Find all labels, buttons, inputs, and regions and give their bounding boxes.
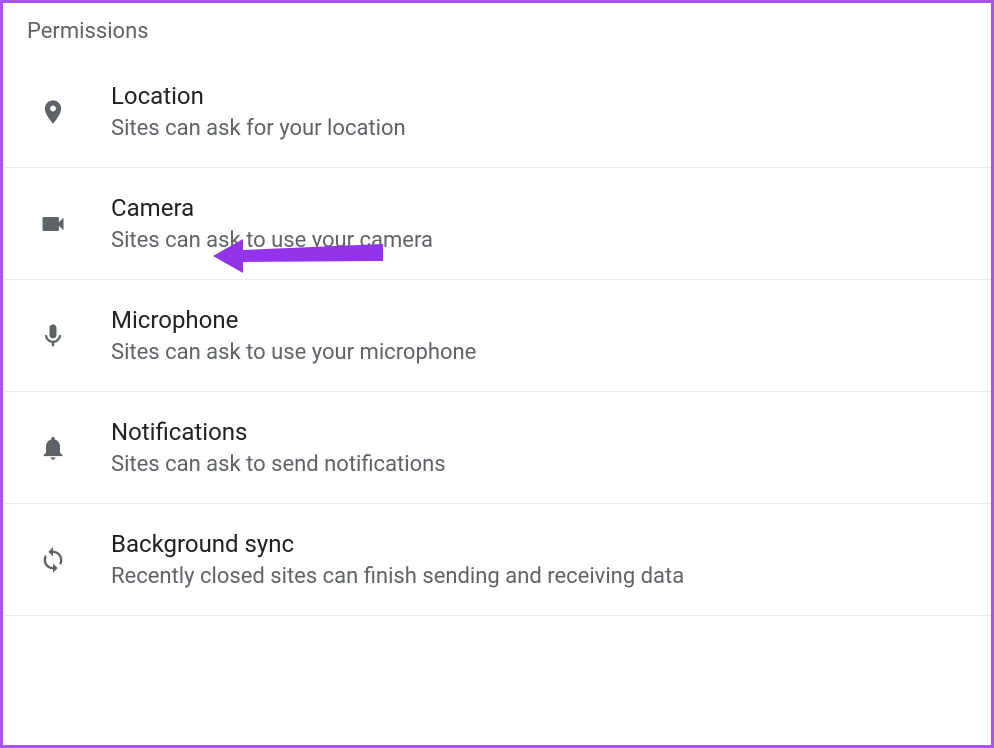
location-icon bbox=[39, 98, 111, 126]
permission-title: Microphone bbox=[111, 306, 967, 334]
permissions-panel: Permissions Location Sites can ask for y… bbox=[0, 0, 994, 748]
permission-title: Notifications bbox=[111, 418, 967, 446]
permission-subtitle: Recently closed sites can finish sending… bbox=[111, 564, 967, 589]
permission-subtitle: Sites can ask to use your microphone bbox=[111, 340, 967, 365]
permission-title: Background sync bbox=[111, 530, 967, 558]
microphone-icon bbox=[39, 322, 111, 350]
permission-title: Camera bbox=[111, 194, 967, 222]
permission-row-microphone[interactable]: Microphone Sites can ask to use your mic… bbox=[3, 280, 991, 392]
permission-subtitle: Sites can ask to use your camera bbox=[111, 228, 967, 253]
permission-row-camera[interactable]: Camera Sites can ask to use your camera bbox=[3, 168, 991, 280]
permission-row-background-sync[interactable]: Background sync Recently closed sites ca… bbox=[3, 504, 991, 616]
permission-row-notifications[interactable]: Notifications Sites can ask to send noti… bbox=[3, 392, 991, 504]
section-title: Permissions bbox=[3, 3, 991, 56]
permission-subtitle: Sites can ask to send notifications bbox=[111, 452, 967, 477]
bell-icon bbox=[39, 434, 111, 462]
sync-icon bbox=[39, 546, 111, 574]
permission-row-location[interactable]: Location Sites can ask for your location bbox=[3, 56, 991, 168]
permission-subtitle: Sites can ask for your location bbox=[111, 116, 967, 141]
camera-icon bbox=[39, 210, 111, 238]
permission-title: Location bbox=[111, 82, 967, 110]
